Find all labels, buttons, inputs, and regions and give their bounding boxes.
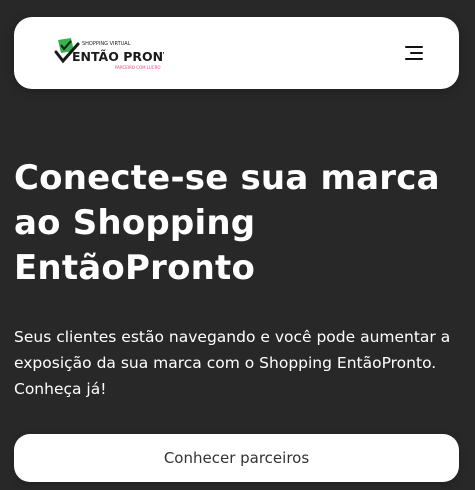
logo-graphic: SHOPPING VIRTUAL ENTÃO PRONTO PARCEIRO C…: [54, 38, 164, 70]
hero-title: Conecte-se sua marca ao Shopping EntãoPr…: [14, 158, 440, 288]
top-navbar: SHOPPING VIRTUAL ENTÃO PRONTO PARCEIRO C…: [14, 17, 459, 89]
menu-line: [405, 46, 423, 48]
logo-tagline: PARCEIRO COM LUCRO: [115, 65, 161, 70]
brand-logo[interactable]: SHOPPING VIRTUAL ENTÃO PRONTO PARCEIRO C…: [54, 36, 164, 72]
logo-brand-text: ENTÃO PRONTO: [72, 49, 164, 64]
logo-top-text: SHOPPING VIRTUAL: [82, 41, 131, 47]
menu-line: [410, 52, 423, 54]
page: SHOPPING VIRTUAL ENTÃO PRONTO PARCEIRO C…: [0, 0, 475, 490]
cta-conhecer-parceiros-button[interactable]: Conhecer parceiros: [14, 434, 459, 482]
hero-description: Seus clientes estão navegando e você pod…: [14, 328, 451, 398]
hamburger-menu-icon[interactable]: [399, 41, 423, 65]
menu-line: [405, 58, 423, 60]
